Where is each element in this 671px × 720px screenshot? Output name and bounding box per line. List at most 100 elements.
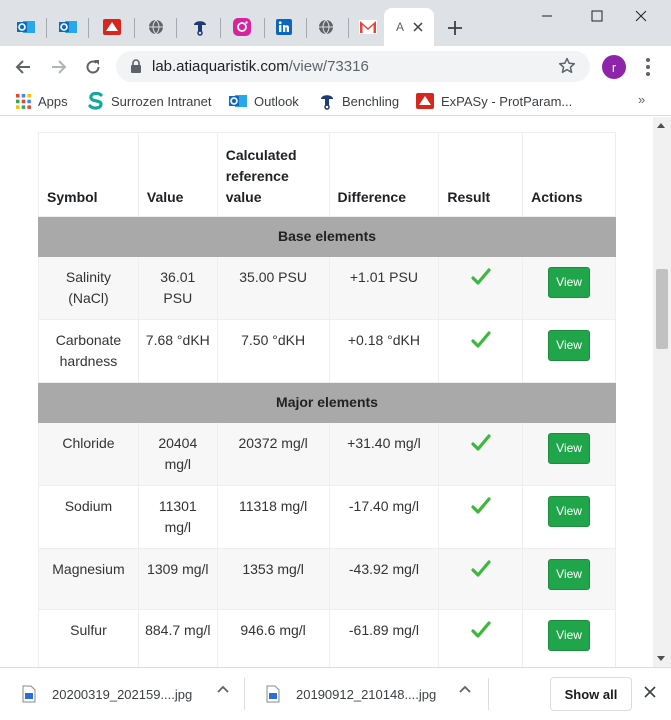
download-item[interactable]: 20200319_202159....jpg bbox=[22, 682, 192, 706]
cell-result bbox=[438, 422, 524, 486]
checkmark-icon bbox=[471, 497, 491, 514]
view-button[interactable]: View bbox=[548, 620, 590, 651]
section-title: Major elements bbox=[38, 382, 616, 423]
checkmark-icon bbox=[471, 331, 491, 348]
url-host: lab.atiaquaristik.com bbox=[152, 58, 289, 75]
maximize-button[interactable] bbox=[582, 6, 612, 26]
cell-difference: +1.01 PSU bbox=[328, 256, 440, 320]
table-row: Sodium 11301 mg/l 11318 mg/l -17.40 mg/l… bbox=[38, 485, 616, 549]
active-tab-title: A bbox=[396, 20, 405, 34]
benchling-icon bbox=[194, 21, 206, 36]
bookmark-apps[interactable]: Apps bbox=[16, 91, 68, 111]
cell-difference: -61.89 mg/l bbox=[328, 609, 440, 667]
forward-button[interactable] bbox=[46, 54, 72, 80]
browser-toolbar: lab.atiaquaristik.com/view/73316 r bbox=[0, 46, 671, 86]
benchling-icon bbox=[321, 95, 333, 110]
cell-actions: View bbox=[522, 422, 616, 486]
cell-symbol: Magnesium bbox=[38, 548, 139, 610]
bookmarks-bar: Apps Surrozen Intranet Outlook Benchling… bbox=[0, 86, 671, 116]
menu-dot bbox=[646, 72, 650, 76]
show-all-button[interactable]: Show all bbox=[550, 677, 632, 711]
tab-close-button[interactable] bbox=[408, 17, 428, 37]
browser-menu-button[interactable] bbox=[638, 55, 658, 79]
profile-avatar[interactable]: r bbox=[602, 55, 626, 79]
scroll-down-arrow-icon[interactable] bbox=[657, 656, 665, 661]
scrollbar-thumb[interactable] bbox=[656, 269, 668, 349]
tab-benchling[interactable] bbox=[182, 8, 218, 46]
cell-result bbox=[438, 319, 524, 383]
cell-actions: View bbox=[522, 548, 616, 610]
tab-gmail[interactable] bbox=[350, 8, 386, 46]
cell-actions: View bbox=[522, 319, 616, 383]
plus-icon bbox=[448, 21, 462, 35]
tab-outlook-1[interactable] bbox=[8, 8, 44, 46]
bookmark-benchling[interactable]: Benchling bbox=[319, 91, 399, 111]
header-difference: Difference bbox=[328, 132, 440, 217]
cell-symbol: Sodium bbox=[38, 485, 139, 549]
expasy-icon bbox=[103, 19, 121, 35]
cell-symbol: Sulfur bbox=[38, 609, 139, 667]
view-button[interactable]: View bbox=[548, 496, 590, 527]
bookmark-outlook[interactable]: Outlook bbox=[229, 91, 299, 111]
cell-result bbox=[438, 256, 524, 320]
cell-value: 7.68 °dKH bbox=[137, 319, 218, 383]
gmail-icon bbox=[359, 20, 377, 34]
header-actions: Actions bbox=[522, 132, 616, 217]
outlook-icon bbox=[17, 21, 35, 33]
tab-globe-2[interactable] bbox=[308, 8, 344, 46]
bookmark-surrozen[interactable]: Surrozen Intranet bbox=[88, 91, 211, 111]
table-row: Sulfur 884.7 mg/l 946.6 mg/l -61.89 mg/l… bbox=[38, 609, 616, 667]
cell-actions: View bbox=[522, 256, 616, 320]
view-button[interactable]: View bbox=[548, 433, 590, 464]
cell-difference: -17.40 mg/l bbox=[328, 485, 440, 549]
cell-value: 20404 mg/l bbox=[137, 422, 218, 486]
download-item[interactable]: 20190912_210148....jpg bbox=[266, 682, 436, 706]
results-table-wrapper: Symbol Value Calculated reference value … bbox=[38, 132, 616, 667]
tab-globe-1[interactable] bbox=[138, 8, 174, 46]
table-row: Salinity (NaCl) 36.01 PSU 35.00 PSU +1.0… bbox=[38, 256, 616, 320]
bookmark-expasy[interactable]: ExPASy - ProtParam... bbox=[416, 91, 572, 111]
cell-reference: 20372 mg/l bbox=[216, 422, 330, 486]
table-row: Magnesium 1309 mg/l 1353 mg/l -43.92 mg/… bbox=[38, 548, 616, 610]
view-button[interactable]: View bbox=[548, 330, 590, 361]
chevron-up-icon[interactable] bbox=[459, 685, 471, 693]
outlook-icon bbox=[229, 95, 247, 107]
header-reference: Calculated reference value bbox=[216, 132, 330, 217]
cell-reference: 946.6 mg/l bbox=[216, 609, 330, 667]
cell-symbol: Carbonate hardness bbox=[38, 319, 139, 383]
downloads-bar: 20200319_202159....jpg 20190912_210148..… bbox=[0, 667, 671, 720]
download-filename: 20190912_210148....jpg bbox=[296, 686, 437, 702]
tab-outlook-2[interactable] bbox=[50, 8, 86, 46]
bookmarks-overflow-button[interactable]: » bbox=[638, 92, 645, 107]
cell-difference: +0.18 °dKH bbox=[328, 319, 440, 383]
tab-instagram[interactable] bbox=[224, 8, 260, 46]
close-window-button[interactable] bbox=[626, 6, 656, 26]
cell-actions: View bbox=[522, 609, 616, 667]
download-filename: 20200319_202159....jpg bbox=[52, 686, 193, 702]
tab-linkedin[interactable] bbox=[266, 8, 302, 46]
close-icon[interactable] bbox=[644, 686, 656, 698]
surrozen-icon bbox=[88, 92, 103, 110]
reload-button[interactable] bbox=[80, 54, 106, 80]
view-button[interactable]: View bbox=[548, 559, 590, 590]
page-scrollbar[interactable] bbox=[653, 117, 671, 667]
menu-dot bbox=[646, 58, 650, 62]
cell-value: 11301 mg/l bbox=[137, 485, 218, 549]
table-row: Chloride 20404 mg/l 20372 mg/l +31.40 mg… bbox=[38, 422, 616, 486]
bookmark-label: Benchling bbox=[342, 93, 400, 109]
back-button[interactable] bbox=[10, 54, 36, 80]
section-title: Base elements bbox=[38, 216, 616, 257]
arrow-right-icon bbox=[52, 60, 67, 74]
address-bar[interactable]: lab.atiaquaristik.com/view/73316 bbox=[116, 51, 590, 82]
header-result: Result bbox=[438, 132, 524, 217]
header-value: Value bbox=[137, 132, 218, 217]
scroll-up-arrow-icon[interactable] bbox=[657, 123, 665, 128]
tab-expasy[interactable] bbox=[94, 8, 130, 46]
new-tab-button[interactable] bbox=[444, 17, 466, 39]
chevron-up-icon[interactable] bbox=[217, 685, 229, 693]
star-icon[interactable] bbox=[558, 57, 576, 75]
view-button[interactable]: View bbox=[548, 267, 590, 298]
cell-actions: View bbox=[522, 485, 616, 549]
close-icon bbox=[635, 10, 647, 22]
minimize-button[interactable] bbox=[532, 6, 562, 26]
